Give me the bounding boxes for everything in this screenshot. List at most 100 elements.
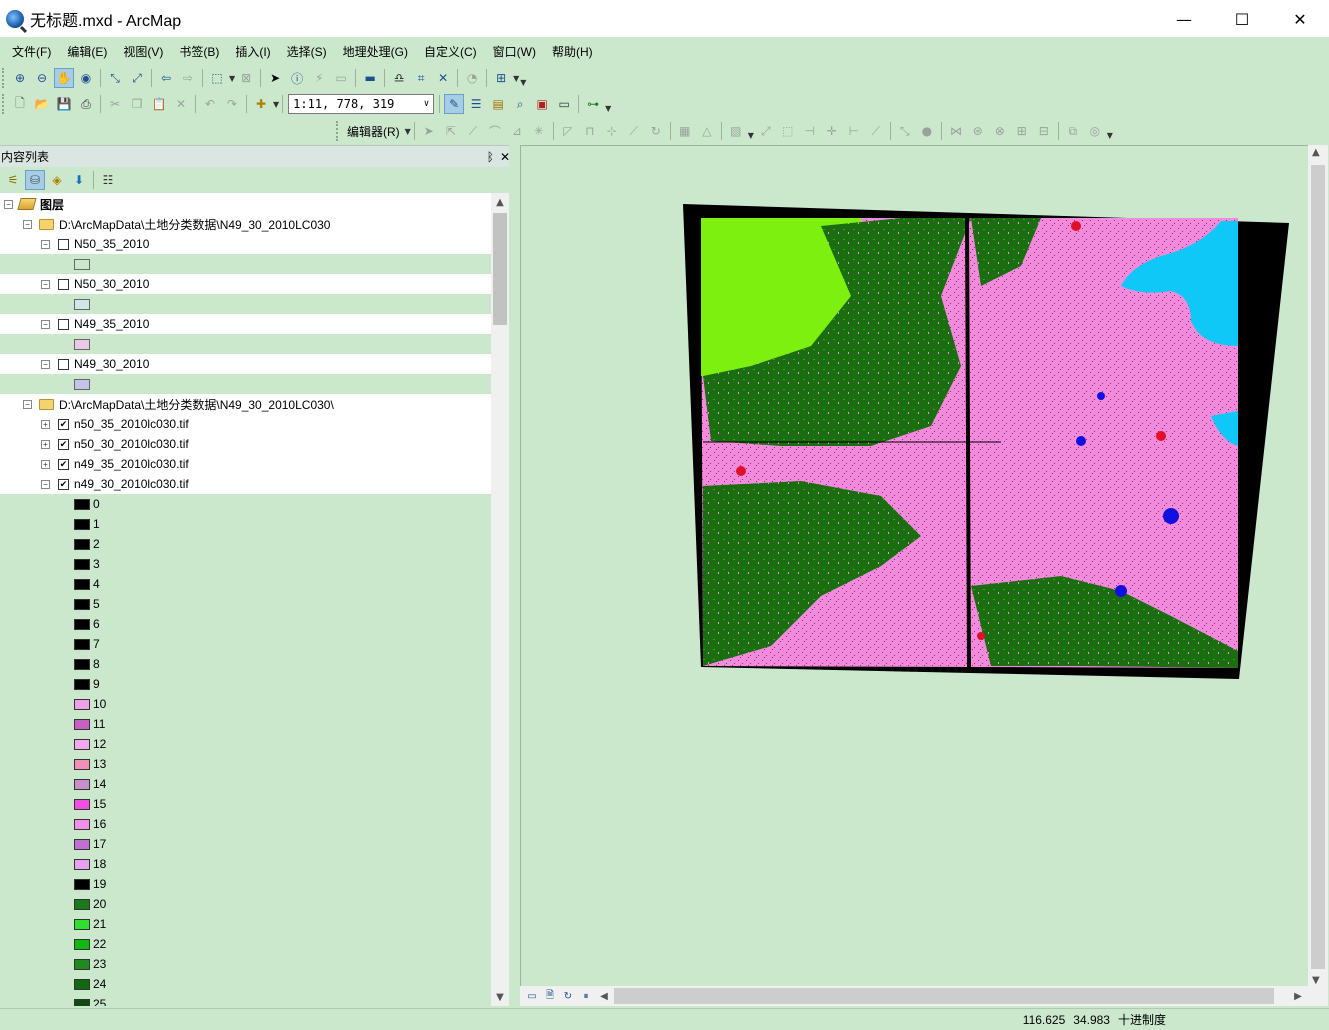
toc-raster-row[interactable]: + ✔ n50_35_2010lc030.tif (0, 414, 491, 434)
legend-class-row[interactable]: 21 (0, 914, 491, 934)
toc-layer-row[interactable]: − N49_35_2010 (0, 314, 491, 334)
layer-visibility-checkbox[interactable]: ✔ (58, 418, 69, 430)
toc-folder-row[interactable]: − D:\ArcMapData\土地分类数据\N49_30_2010LC030\ (0, 394, 491, 414)
list-by-drawing-order-icon[interactable]: ⚟ (3, 170, 23, 190)
sketch-properties-icon[interactable]: △ (697, 121, 717, 141)
legend-class-row[interactable]: 5 (0, 594, 491, 614)
legend-class-swatch[interactable] (74, 578, 90, 590)
back-arrow-icon[interactable]: ⇦ (156, 68, 176, 88)
expand-icon[interactable]: + (41, 419, 50, 429)
menu-windows[interactable]: 窗口(W) (485, 43, 544, 60)
scroll-down-icon[interactable]: ▼ (491, 988, 509, 1006)
layer-visibility-checkbox[interactable]: ✔ (58, 478, 69, 490)
zoom-out-icon[interactable]: ⊖ (32, 68, 52, 88)
layer-symbol-swatch[interactable] (74, 378, 90, 390)
zoom-in-icon[interactable]: ⊕ (10, 68, 30, 88)
toc-options-icon[interactable]: ☷ (98, 170, 118, 190)
legend-class-row[interactable]: 15 (0, 794, 491, 814)
legend-class-swatch[interactable] (74, 998, 90, 1006)
minimize-button[interactable]: — (1155, 0, 1213, 38)
redo-icon[interactable]: ↷ (222, 94, 242, 114)
scroll-left-icon[interactable]: ◀ (596, 989, 612, 1003)
scroll-down-icon[interactable]: ▼ (1312, 975, 1320, 986)
layer-symbol-row[interactable] (0, 334, 491, 354)
toc-raster-row[interactable]: + ✔ n49_35_2010lc030.tif (0, 454, 491, 474)
topology-table-icon[interactable]: ⊞ (1012, 121, 1032, 141)
layer-symbol-swatch[interactable] (74, 258, 90, 270)
select-elements-arrow-icon[interactable]: ➤ (265, 68, 285, 88)
fix-topology-icon[interactable]: ⋈ (946, 121, 966, 141)
clear-selection-icon[interactable]: ⊠ (236, 68, 256, 88)
toc-raster-row[interactable]: + ✔ n50_30_2010lc030.tif (0, 434, 491, 454)
legend-class-swatch[interactable] (74, 758, 90, 770)
html-popup-icon[interactable]: ▭ (331, 68, 351, 88)
full-extent-globe-icon[interactable]: ◉ (76, 68, 96, 88)
menu-view[interactable]: 视图(V) (115, 43, 171, 60)
toolbar-grip[interactable] (2, 94, 6, 114)
legend-class-swatch[interactable] (74, 618, 90, 630)
map-topology-icon[interactable]: ⤡ (895, 121, 915, 141)
legend-class-swatch[interactable] (74, 838, 90, 850)
legend-class-swatch[interactable] (74, 658, 90, 670)
undo-icon[interactable]: ↶ (200, 94, 220, 114)
menu-edit[interactable]: 编辑(E) (59, 43, 115, 60)
expand-icon[interactable]: + (41, 459, 50, 469)
reshape-edge-icon[interactable]: ⊣ (800, 121, 820, 141)
toolbar-grip[interactable] (2, 68, 6, 88)
collapse-icon[interactable]: − (41, 359, 50, 369)
layout-view-icon[interactable]: 🗎 (542, 989, 558, 1003)
delete-icon[interactable]: ✕ (171, 94, 191, 114)
layer-symbol-swatch[interactable] (74, 298, 90, 310)
select-features-icon[interactable]: ⬚ (207, 68, 227, 88)
legend-class-swatch[interactable] (74, 798, 90, 810)
collapse-icon[interactable]: − (41, 239, 50, 249)
legend-class-row[interactable]: 25 (0, 994, 491, 1006)
legend-class-swatch[interactable] (74, 958, 90, 970)
point-icon[interactable]: ✳ (529, 121, 549, 141)
layer-visibility-checkbox[interactable] (58, 358, 69, 370)
map-vertical-scrollbar[interactable]: ▲ ▼ (1308, 145, 1328, 988)
legend-class-row[interactable]: 8 (0, 654, 491, 674)
legend-class-row[interactable]: 9 (0, 674, 491, 694)
legend-class-swatch[interactable] (74, 638, 90, 650)
layer-visibility-checkbox[interactable] (58, 238, 69, 250)
chevron-down-icon[interactable]: ▼ (405, 127, 411, 136)
toc-raster-row[interactable]: − ✔ n49_30_2010lc030.tif (0, 474, 491, 494)
paste-icon[interactable]: 📋 (149, 94, 169, 114)
menu-customize[interactable]: 自定义(C) (416, 43, 485, 60)
legend-class-row[interactable]: 1 (0, 514, 491, 534)
legend-class-swatch[interactable] (74, 718, 90, 730)
pan-hand-icon[interactable]: ✋ (54, 68, 74, 88)
straight-segment-icon[interactable]: ⟋ (463, 121, 483, 141)
chevron-down-icon[interactable]: ▼ (229, 74, 235, 83)
python-window-icon[interactable]: ▭ (554, 94, 574, 114)
list-by-visibility-icon[interactable]: ◈ (47, 170, 67, 190)
editor-menu-button[interactable]: 编辑器(R) (343, 123, 404, 140)
legend-class-swatch[interactable] (74, 698, 90, 710)
edit-annotation-icon[interactable]: ⇱ (441, 121, 461, 141)
legend-class-swatch[interactable] (74, 978, 90, 990)
legend-class-row[interactable]: 20 (0, 894, 491, 914)
legend-class-swatch[interactable] (74, 738, 90, 750)
forward-arrow-icon[interactable]: ⇨ (178, 68, 198, 88)
layer-visibility-checkbox[interactable] (58, 278, 69, 290)
coverage-icon[interactable]: ◎ (1085, 121, 1105, 141)
save-icon[interactable]: 💾 (54, 94, 74, 114)
list-by-selection-icon[interactable]: ⬇ (69, 170, 89, 190)
legend-class-row[interactable]: 0 (0, 494, 491, 514)
legend-class-row[interactable]: 14 (0, 774, 491, 794)
menu-insert[interactable]: 插入(I) (227, 43, 278, 60)
legend-class-row[interactable]: 23 (0, 954, 491, 974)
collapse-icon[interactable]: − (41, 279, 50, 289)
legend-class-swatch[interactable] (74, 538, 90, 550)
trace-icon[interactable]: ⊿ (507, 121, 527, 141)
search-window-icon[interactable]: ⌕ (510, 94, 530, 114)
layer-symbol-row[interactable] (0, 374, 491, 394)
toc-scrollbar[interactable]: ▲ ▼ (491, 193, 509, 1006)
cut-icon[interactable]: ✂ (105, 94, 125, 114)
legend-class-row[interactable]: 6 (0, 614, 491, 634)
fixed-zoom-out-icon[interactable]: ⤢ (127, 68, 147, 88)
scroll-right-icon[interactable]: ▶ (1290, 989, 1306, 1003)
scrollbar-thumb[interactable] (493, 213, 507, 325)
toolbar-overflow-icon[interactable]: ▼ (747, 122, 755, 140)
